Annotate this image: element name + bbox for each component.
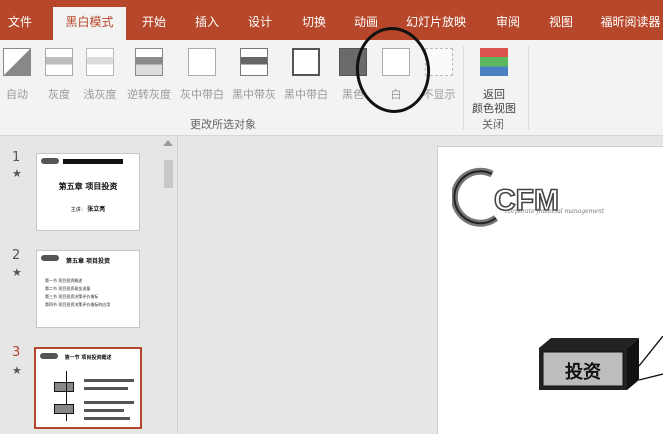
list-item: 第一节 项目投资概述 [45, 278, 83, 283]
slide-number: 2 [12, 248, 21, 263]
group-separator [528, 46, 529, 130]
return-to-color-view-button[interactable]: 返回 颜色视图 [466, 48, 522, 115]
tab-slideshow[interactable]: 幻灯片放映 [400, 7, 472, 40]
black-with-gray-button[interactable]: 黑中带灰 [228, 48, 280, 108]
text-line [84, 401, 134, 404]
black-with-white-button[interactable]: 黑中带白 [280, 48, 332, 108]
slide-thumbnail-2[interactable]: 第五章 项目投资 第一节 项目投资概述 第二节 项目投资现金流量 第三节 项目投… [36, 250, 140, 328]
color-view-icon [480, 48, 508, 76]
slide-title: 第五章 项目投资 [65, 258, 111, 265]
tab-animations[interactable]: 动画 [348, 7, 384, 40]
ribbon-tab-bar: 文件 黑白模式 开始 插入 设计 切换 动画 幻灯片放映 审阅 视图 福昕阅读器 [0, 0, 663, 40]
list-item: 第三节 项目投资决策评价指标 [45, 294, 99, 299]
cfm-logo: CFM [452, 167, 560, 227]
tab-home[interactable]: 开始 [136, 7, 172, 40]
tab-file[interactable]: 文件 [0, 7, 40, 40]
tab-transitions[interactable]: 切换 [296, 7, 332, 40]
black-button[interactable]: 黑色 [332, 48, 374, 108]
scroll-up-icon[interactable] [163, 140, 173, 146]
list-item: 第四节 项目投资决策评价指标的应用 [45, 302, 111, 307]
black-icon [339, 48, 367, 76]
gray-with-white-button[interactable]: 灰中带白 [176, 48, 228, 108]
tab-black-white-mode[interactable]: 黑白模式 [53, 7, 126, 40]
text-line [84, 379, 134, 382]
text-line [84, 409, 124, 412]
slide-subtitle-name: 张立亮 [87, 206, 106, 213]
slide-thumbnail-3[interactable]: 第一节 项目投资概述 [34, 347, 142, 429]
group-label-close: 关闭 [482, 118, 504, 131]
box-label: 投资 [565, 362, 601, 383]
grayscale-icon [45, 48, 73, 76]
gray-with-white-icon [188, 48, 216, 76]
diagram-box [54, 382, 74, 392]
title-bar [63, 159, 123, 164]
animation-star-icon: ★ [12, 266, 22, 279]
auto-button[interactable]: 自动 [0, 48, 34, 108]
tab-design[interactable]: 设计 [242, 7, 278, 40]
tab-review[interactable]: 审阅 [490, 7, 526, 40]
black-with-gray-icon [240, 48, 268, 76]
white-button[interactable]: 白 [378, 48, 414, 108]
auto-icon [3, 48, 31, 76]
slide-title: 第一节 项目投资概述 [64, 355, 112, 361]
dont-show-icon [425, 48, 453, 76]
grayscale-button[interactable]: 灰度 [42, 48, 76, 108]
group-separator [463, 46, 464, 130]
slide-subtitle: 主讲： [70, 207, 86, 213]
slide-thumbnail-1[interactable]: 第五章 项目投资 主讲： 张立亮 [36, 153, 140, 231]
text-line [84, 387, 128, 390]
text-line [84, 417, 130, 420]
slide-number: 3 [12, 345, 21, 360]
slide-number: 1 [12, 150, 21, 165]
logo-icon [41, 158, 59, 164]
scrollbar-thumb[interactable] [164, 160, 173, 188]
inverse-grayscale-button[interactable]: 逆转灰度 [124, 48, 174, 108]
tab-view[interactable]: 视图 [543, 7, 579, 40]
animation-star-icon: ★ [12, 364, 22, 377]
list-item: 第二节 项目投资现金流量 [45, 286, 91, 291]
dont-show-button[interactable]: 不显示 [416, 48, 462, 108]
white-icon [382, 48, 410, 76]
group-label-change-selected: 更改所选对象 [190, 118, 256, 131]
light-grayscale-icon [86, 48, 114, 76]
tab-foxit-reader[interactable]: 福昕阅读器 [598, 7, 663, 40]
logo-subtitle: corporate financial management [505, 208, 605, 215]
black-with-white-icon [292, 48, 320, 76]
tab-insert[interactable]: 插入 [189, 7, 225, 40]
light-grayscale-button[interactable]: 浅灰度 [80, 48, 120, 108]
slide-title: 第五章 项目投资 [58, 182, 118, 191]
diagram-box [54, 404, 74, 414]
inverse-grayscale-icon [135, 48, 163, 76]
animation-star-icon: ★ [12, 167, 22, 180]
ribbon: 自动 灰度 浅灰度 逆转灰度 灰中带白 黑中带灰 黑中带白 黑色 白 不显示 更… [0, 40, 663, 136]
